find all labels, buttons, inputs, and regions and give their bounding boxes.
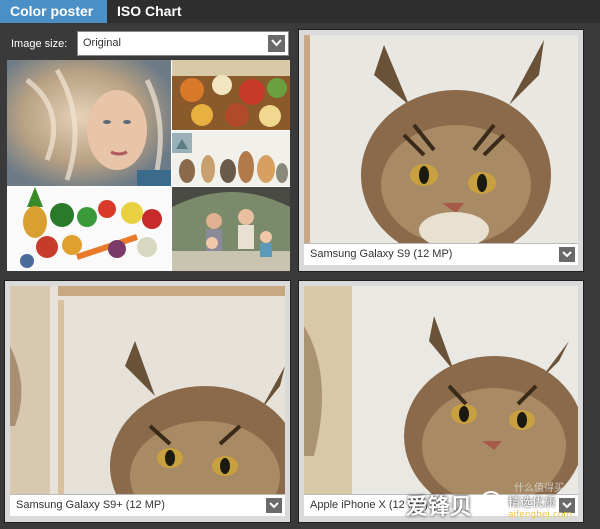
image-size-label: Image size: [11, 38, 68, 50]
thumbnail-pets-group[interactable] [172, 131, 290, 186]
cat-image [304, 286, 578, 494]
thumbnail-woman-portrait[interactable] [7, 60, 171, 186]
tab-color-poster[interactable]: Color poster [0, 0, 107, 23]
watermark-url: aifengbei.com [508, 510, 572, 520]
cat-image [10, 286, 285, 494]
image-size-select[interactable]: Original [77, 31, 289, 56]
cat-image [304, 35, 578, 243]
chevron-down-icon[interactable] [559, 247, 575, 262]
tab-bar: Color poster ISO Chart [0, 0, 600, 23]
chevron-down-icon[interactable] [268, 35, 285, 52]
thumbnail-vegetables[interactable] [7, 187, 171, 271]
device-caption: Samsung Galaxy S9 (12 MP) [304, 243, 578, 265]
thumbnail-food-table[interactable] [172, 60, 290, 130]
thumbnail-collage [7, 60, 290, 271]
tab-iso-chart[interactable]: ISO Chart [107, 0, 192, 23]
thumbnail-family[interactable] [172, 187, 290, 271]
device-name: Samsung Galaxy S9+ (12 MP) [16, 499, 165, 511]
watermark-extra: 什么值得买 [514, 483, 564, 494]
watermark: 爱锋贝 精选优质 aifengbei.com 什么值得买 [404, 483, 598, 525]
device-caption: Samsung Galaxy S9+ (12 MP) [10, 494, 285, 516]
comparison-panel-1: Samsung Galaxy S9 (12 MP) [298, 29, 584, 272]
watermark-logo [480, 491, 502, 513]
comparison-panel-2: Samsung Galaxy S9+ (12 MP) [4, 280, 291, 523]
device-name: Samsung Galaxy S9 (12 MP) [310, 248, 453, 260]
watermark-brand: 爱锋贝 [406, 495, 473, 520]
image-size-value: Original [83, 37, 121, 49]
watermark-slogan: 精选优质 [508, 495, 557, 509]
chevron-down-icon[interactable] [266, 498, 282, 513]
